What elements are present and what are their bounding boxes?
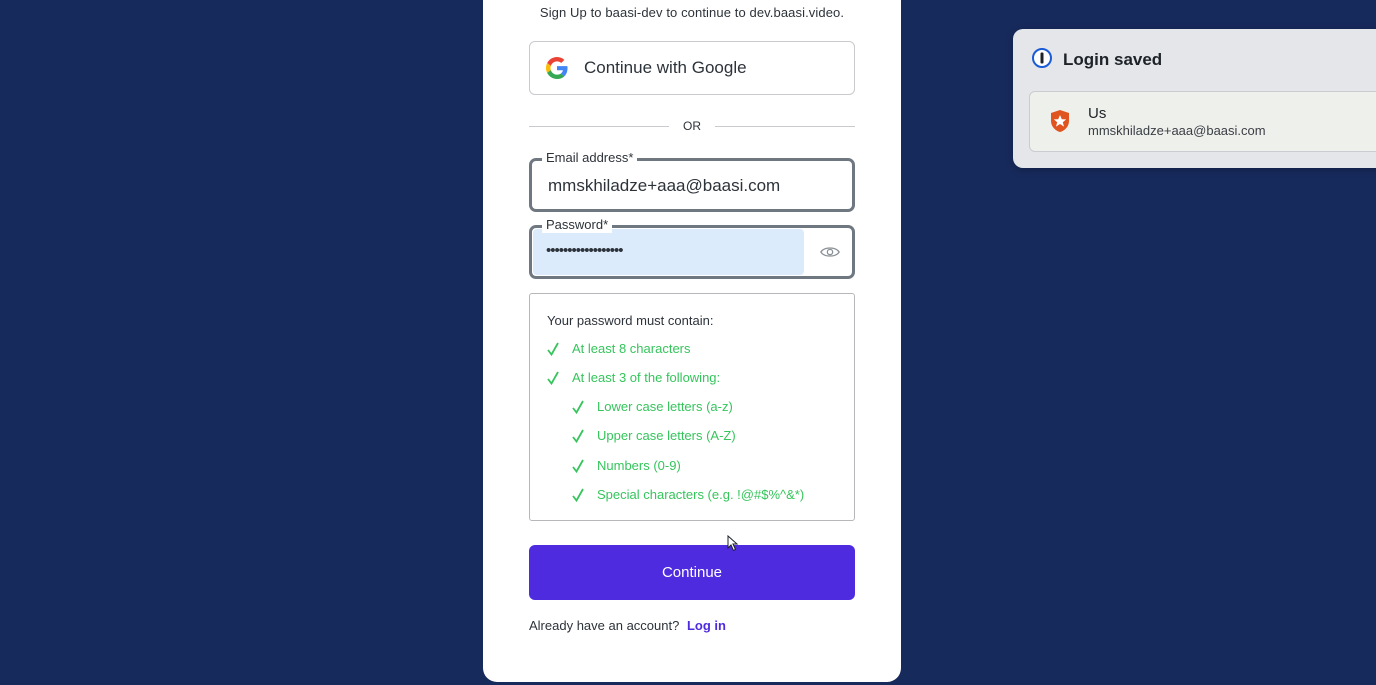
requirement-text: At least 3 of the following: (572, 370, 721, 385)
email-field[interactable]: Email address* mmskhiladze+aaa@baasi.com (529, 150, 855, 212)
requirement-text: Numbers (0-9) (597, 458, 681, 473)
login-prompt: Already have an account? Log in (529, 618, 726, 633)
requirement-subitem: Lower case letters (a-z) (572, 399, 733, 414)
requirement-subitem: Upper case letters (A-Z) (572, 428, 736, 443)
email-label: Email address* (542, 150, 638, 166)
google-button-label: Continue with Google (584, 58, 747, 77)
password-value[interactable]: •••••••••••••••••• (546, 242, 624, 259)
saved-login-item[interactable]: Us mmskhiladze+aaa@baasi.com (1029, 91, 1376, 152)
saved-item-name: Us (1088, 105, 1107, 122)
screen: Sign Up to baasi-dev to continue to dev.… (0, 0, 1376, 685)
requirement-subitem: Numbers (0-9) (572, 458, 681, 473)
check-icon (572, 400, 584, 414)
requirement-subitem: Special characters (e.g. !@#$%^&*) (572, 487, 804, 502)
google-icon (546, 57, 568, 79)
login-link[interactable]: Log in (687, 618, 726, 633)
divider-line (529, 125, 669, 127)
requirement-text: Lower case letters (a-z) (597, 399, 733, 414)
mouse-cursor-icon (727, 535, 739, 552)
popup-title: Login saved (1063, 50, 1163, 69)
divider-line (715, 125, 855, 127)
password-field[interactable]: Password* •••••••••••••••••• (529, 217, 855, 279)
password-manager-logo-icon (1032, 48, 1052, 68)
requirements-heading: Your password must contain: (547, 313, 714, 328)
requirement-text: Special characters (e.g. !@#$%^&*) (597, 487, 805, 502)
requirement-item: At least 3 of the following: (547, 370, 720, 385)
login-saved-popup: Login saved Us mmskhiladze+aaa@baasi.com (1013, 29, 1376, 168)
check-icon (572, 459, 584, 473)
auth0-shield-icon (1051, 110, 1069, 132)
check-icon (572, 488, 584, 502)
requirement-text: Upper case letters (A-Z) (597, 428, 736, 443)
signup-subtitle: Sign Up to baasi-dev to continue to dev.… (539, 5, 845, 20)
check-icon (547, 342, 559, 356)
requirement-item: At least 8 characters (547, 341, 691, 356)
or-label: OR (683, 119, 701, 133)
requirement-text: At least 8 characters (572, 341, 691, 356)
continue-with-google-button[interactable]: Continue with Google (529, 41, 855, 95)
password-label: Password* (542, 217, 613, 233)
login-prompt-text: Already have an account? (529, 618, 680, 633)
email-value[interactable]: mmskhiladze+aaa@baasi.com (548, 176, 780, 196)
check-icon (547, 371, 559, 385)
password-requirements: Your password must contain: At least 8 c… (529, 293, 855, 521)
or-divider: OR (529, 118, 855, 134)
signup-card: Sign Up to baasi-dev to continue to dev.… (483, 0, 901, 682)
show-password-eye-icon[interactable] (820, 244, 840, 260)
continue-button[interactable]: Continue (529, 545, 855, 600)
saved-item-username: mmskhiladze+aaa@baasi.com (1088, 123, 1266, 138)
check-icon (572, 429, 584, 443)
